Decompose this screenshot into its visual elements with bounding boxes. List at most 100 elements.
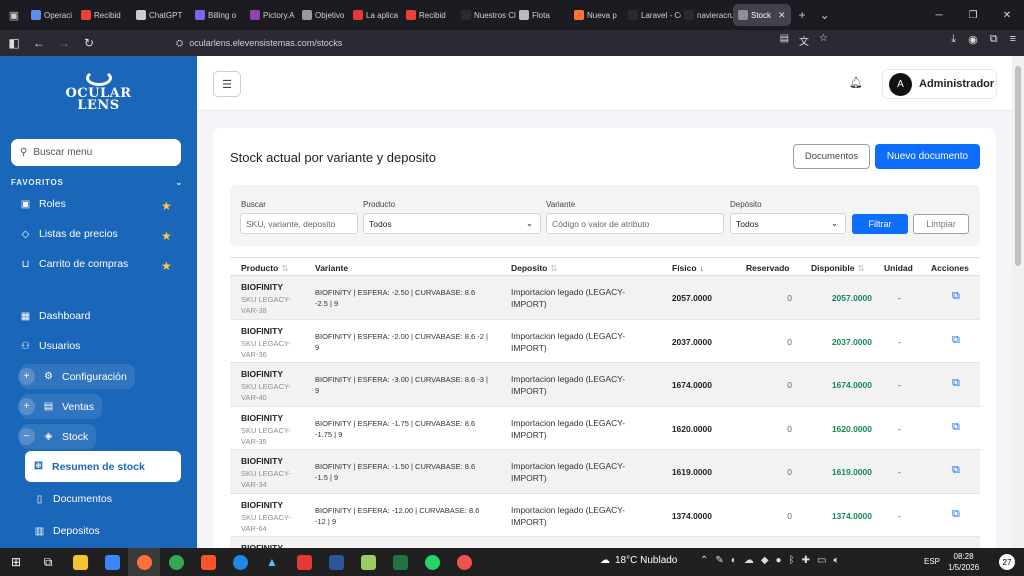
sidebar-item-resumen-de-stock[interactable]: ⚃ Resumen de stock [25, 451, 181, 482]
browser-tab[interactable]: Flota [516, 0, 571, 30]
account-icon[interactable]: ◉ [968, 33, 978, 46]
site-info-icon[interactable]: ⛭ [176, 38, 183, 49]
bluetooth-icon[interactable]: ᛒ [789, 555, 795, 566]
back-icon[interactable]: ← [28, 32, 50, 54]
favorite-star-icon[interactable]: ★ [161, 199, 172, 213]
forward-icon[interactable]: → [53, 32, 75, 54]
bell-icon[interactable]: 🔔︎ [849, 76, 863, 89]
deposit-select[interactable]: Todos ⌄ [730, 213, 846, 234]
browser-tab[interactable]: navieracruza [681, 0, 733, 30]
search-input[interactable]: SKU, variante, deposito [240, 213, 358, 234]
open-external-icon[interactable]: ⧉ [952, 290, 960, 303]
sidebar-item-listas-de-precios[interactable]: ◇ Listas de precios [20, 228, 118, 240]
sidebar-item-carrito-de-compras[interactable]: ⊔ Carrito de compras [20, 258, 129, 270]
speaker-icon[interactable]: 🔈︎ [833, 555, 839, 566]
variant-input[interactable]: Código o valor de atributo [546, 213, 724, 234]
browser-tab[interactable]: Objetivo [299, 0, 350, 30]
store-icon[interactable] [96, 548, 128, 576]
page-scrollbar[interactable] [1012, 56, 1024, 548]
brave-icon[interactable] [192, 548, 224, 576]
tray-chevron-icon[interactable]: ⌃ [700, 555, 708, 566]
sidebar-item-usuarios[interactable]: ⚇ Usuarios [20, 340, 80, 352]
extensions-icon[interactable]: ⧉ [990, 33, 998, 46]
browser-tab[interactable]: Operaci [28, 0, 78, 30]
battery-icon[interactable]: ▭ [817, 555, 826, 566]
app-menu-icon[interactable]: ≡ [1010, 33, 1016, 46]
reload-icon[interactable]: ↻ [78, 32, 100, 54]
sidebar-item-documentos[interactable]: ▯ Documentos [34, 493, 112, 505]
menu-toggle-button[interactable]: ☰ [213, 71, 241, 97]
browser-tab[interactable]: Recibid [403, 0, 458, 30]
open-external-icon[interactable]: ⧉ [952, 377, 960, 390]
new-document-button[interactable]: Nuevo documento [875, 144, 980, 169]
bookmark-star-icon[interactable]: ☆ [819, 33, 828, 48]
sidebar-toggle-icon[interactable]: ◧ [3, 32, 25, 54]
address-bar[interactable]: ⛭ ocularlens.elevensistemas.com/stocks [176, 33, 846, 53]
close-tab-icon[interactable]: ✕ [778, 10, 786, 21]
windows-start-icon[interactable]: ⊞ [0, 548, 32, 576]
notification-badge[interactable]: 27 [999, 554, 1015, 570]
col-disponible[interactable]: Disponible ⇅ [811, 263, 865, 274]
open-external-icon[interactable]: ⧉ [952, 421, 960, 434]
favorite-star-icon[interactable]: ★ [161, 259, 172, 273]
sidebar-group-ventas[interactable]: + ▤ Ventas [18, 394, 103, 419]
tray-app-icon[interactable]: ● [776, 555, 782, 566]
acrobat-icon[interactable] [288, 548, 320, 576]
col-fisico[interactable]: Físico ↓ [672, 263, 704, 273]
browser-tab[interactable]: Recibid [78, 0, 133, 30]
menu-search-input[interactable]: ⚲ Buscar menu [11, 139, 181, 166]
reader-view-icon[interactable]: ▤ [780, 33, 789, 48]
open-external-icon[interactable]: ⧉ [952, 334, 960, 347]
open-external-icon[interactable]: ⧉ [952, 508, 960, 521]
filter-button[interactable]: Filtrar [852, 214, 908, 234]
language-indicator[interactable]: ESP [924, 557, 940, 566]
user-menu[interactable]: A Administrador [882, 69, 997, 99]
open-external-icon[interactable]: ⧉ [952, 464, 960, 477]
sidebar-item-roles[interactable]: ▣ Roles [20, 198, 66, 210]
restore-icon[interactable]: ❐ [956, 0, 990, 30]
task-view-icon[interactable]: ⧉ [32, 548, 64, 576]
close-window-icon[interactable]: ✕ [990, 0, 1024, 30]
arrow-app-icon[interactable]: ▲ [256, 548, 288, 576]
browser-tab[interactable]: Pictory.A [247, 0, 299, 30]
weather-widget[interactable]: ☁ 18°C Nublado [600, 555, 677, 566]
tab-list-icon[interactable]: ▣ [0, 0, 28, 30]
firefox-icon[interactable] [128, 548, 160, 576]
col-reservado[interactable]: Reservado [746, 263, 789, 273]
sidebar-group-configuracion[interactable]: + ⚙ Configuración [18, 364, 135, 389]
app-icon[interactable] [224, 548, 256, 576]
brand-logo[interactable]: OCULAR LENS [0, 70, 197, 112]
file-explorer-icon[interactable] [64, 548, 96, 576]
sidebar-item-depositos[interactable]: ▥ Depositos [34, 525, 100, 537]
tab-active[interactable]: Stock ✕ [733, 4, 791, 26]
translate-icon[interactable]: 文 [799, 33, 809, 48]
browser-tab[interactable]: Billing o [192, 0, 247, 30]
col-producto[interactable]: Producto ⇅ [241, 263, 288, 274]
product-select[interactable]: Todos ⌄ [363, 213, 541, 234]
clock[interactable]: 08:28 1/5/2026 [948, 551, 979, 573]
paint-icon[interactable] [448, 548, 480, 576]
sidebar-item-dashboard[interactable]: ▦ Dashboard [20, 310, 91, 322]
col-unidad[interactable]: Unidad [884, 263, 913, 273]
browser-tab[interactable]: Laravel - Cer [625, 0, 681, 30]
excel-icon[interactable] [384, 548, 416, 576]
word-icon[interactable] [320, 548, 352, 576]
browser-tab[interactable]: Nuestros Cli [458, 0, 516, 30]
browser-tab[interactable]: La aplica [350, 0, 403, 30]
whatsapp-icon[interactable] [416, 548, 448, 576]
new-tab-icon[interactable]: + [799, 8, 806, 22]
sidebar-group-stock[interactable]: − ◈ Stock [18, 424, 97, 449]
favorite-star-icon[interactable]: ★ [161, 229, 172, 243]
clear-button[interactable]: Limpiar [913, 214, 969, 234]
col-deposito[interactable]: Deposito ⇅ [511, 263, 558, 274]
browser-tab[interactable]: ChatGPT [133, 0, 192, 30]
downloads-icon[interactable]: ⤓ [951, 33, 956, 46]
tray-app-icon[interactable]: ◐ [731, 555, 737, 566]
pen-icon[interactable]: ✎ [715, 555, 723, 566]
chevron-up-icon[interactable]: ⌄ [175, 178, 183, 187]
tray-cloud-icon[interactable]: ☁ [744, 555, 754, 566]
favorites-header[interactable]: FAVORITOS ⌄ [11, 178, 183, 187]
chrome-icon[interactable] [160, 548, 192, 576]
chevron-down-icon[interactable]: ⌄ [820, 8, 830, 22]
browser-tab[interactable]: Nueva p [571, 0, 625, 30]
